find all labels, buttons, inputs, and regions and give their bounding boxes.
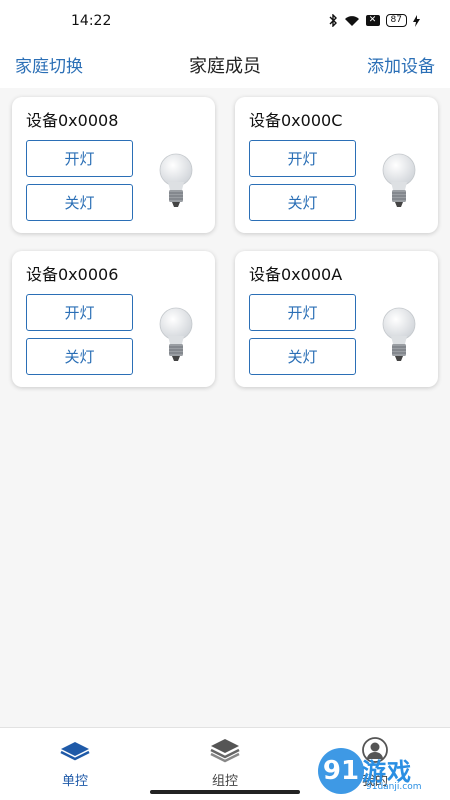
device-name: 设备0x0008 (26, 111, 119, 130)
device-name: 设备0x000C (249, 111, 343, 130)
status-icons: ✕ 87 (329, 14, 420, 27)
light-bulb-icon (159, 153, 193, 207)
tab-single-control[interactable]: 单控 (30, 736, 120, 789)
wifi-icon (344, 15, 359, 26)
header: 家庭成员 家庭切换 添加设备 (0, 44, 450, 88)
watermark-url: 91danji.com (366, 782, 422, 792)
bluetooth-icon (329, 14, 337, 27)
light-off-button[interactable]: 关灯 (26, 184, 133, 221)
light-on-button[interactable]: 开灯 (26, 140, 133, 177)
home-indicator[interactable] (150, 790, 300, 794)
layers-stack-icon (210, 739, 240, 763)
light-on-button[interactable]: 开灯 (249, 140, 356, 177)
light-bulb-icon (159, 307, 193, 361)
device-card: 设备0x000A 开灯 关灯 (235, 251, 438, 387)
light-off-button[interactable]: 关灯 (26, 338, 133, 375)
light-off-button[interactable]: 关灯 (249, 184, 356, 221)
device-card: 设备0x000C 开灯 关灯 (235, 97, 438, 233)
status-bar: 14:22 ✕ 87 (0, 0, 450, 44)
light-bulb-icon (382, 153, 416, 207)
device-card: 设备0x0008 开灯 关灯 (12, 97, 215, 233)
battery-icon: 87 (385, 14, 407, 27)
sim-x-icon: ✕ (365, 15, 380, 26)
status-time: 14:22 (71, 13, 112, 29)
device-card: 设备0x0006 开灯 关灯 (12, 251, 215, 387)
device-name: 设备0x0006 (26, 265, 119, 284)
light-off-button[interactable]: 关灯 (249, 338, 356, 375)
tab-label: 单控 (61, 774, 88, 789)
light-on-button[interactable]: 开灯 (26, 294, 133, 331)
device-name: 设备0x000A (249, 265, 343, 284)
tab-group-control[interactable]: 组控 (180, 736, 270, 789)
layer-icon (60, 742, 90, 761)
watermark-logo: 91 (318, 748, 364, 794)
light-bulb-icon (382, 307, 416, 361)
add-device-button[interactable]: 添加设备 (367, 52, 435, 77)
light-on-button[interactable]: 开灯 (249, 294, 356, 331)
tab-label: 组控 (211, 774, 238, 789)
site-watermark: 91 游戏 91danji.com (318, 748, 450, 796)
switch-family-button[interactable]: 家庭切换 (15, 52, 83, 77)
charging-icon (413, 14, 420, 27)
